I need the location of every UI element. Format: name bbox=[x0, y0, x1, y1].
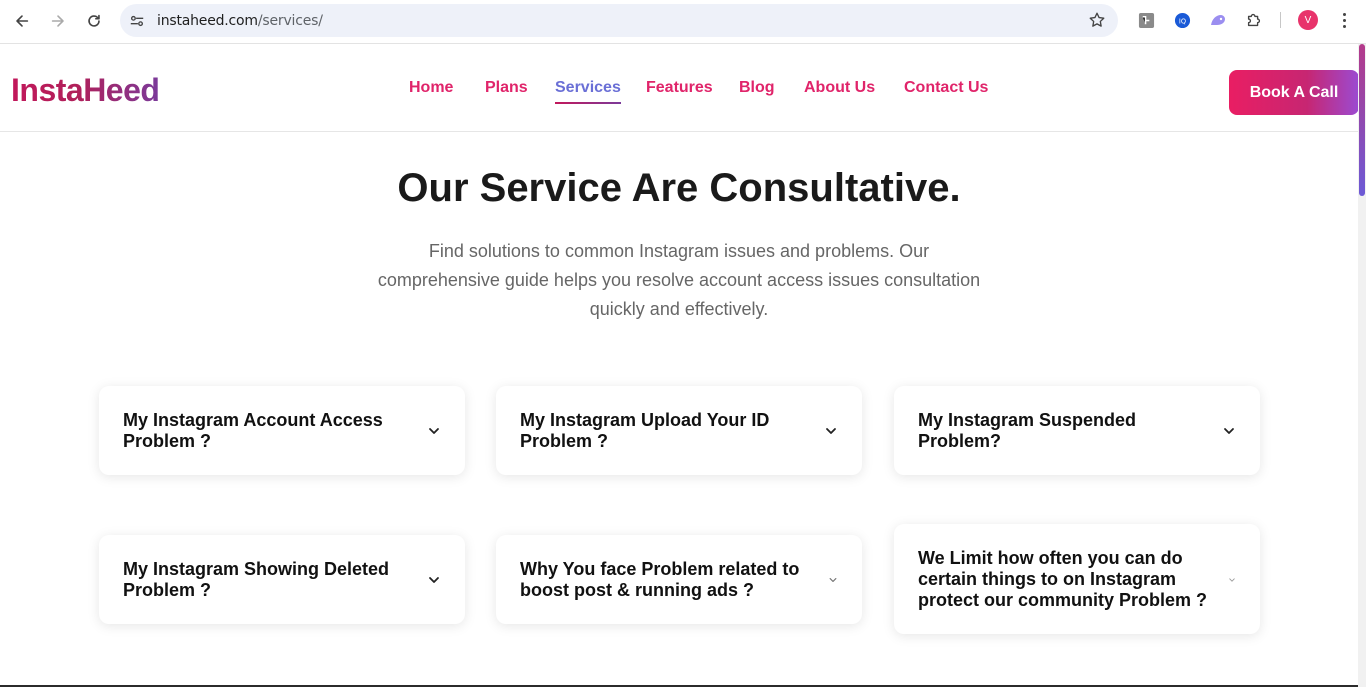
faq-question-line: We Limit how often you can do bbox=[918, 548, 1183, 568]
nav-blog[interactable]: Blog bbox=[739, 79, 775, 97]
profile-avatar[interactable]: V bbox=[1298, 10, 1318, 30]
faq-question: My Instagram Account Access Problem ? bbox=[123, 410, 383, 452]
browser-menu-icon[interactable] bbox=[1334, 10, 1354, 30]
faq-card-upload-id[interactable]: My Instagram Upload Your ID Problem ? bbox=[496, 386, 862, 475]
chevron-down-icon[interactable] bbox=[824, 424, 838, 438]
page-title: Our Service Are Consultative. bbox=[397, 166, 961, 210]
nav-about-us[interactable]: About Us bbox=[804, 79, 875, 97]
browser-toolbar: instaheed.com/services/ IQ V bbox=[0, 0, 1366, 44]
faq-question: Why You face Problem related to boost po… bbox=[520, 559, 799, 601]
faq-question-line: Problem ? bbox=[123, 431, 212, 451]
faq-question: My Instagram Suspended Problem? bbox=[918, 410, 1136, 452]
extension-1-icon[interactable] bbox=[1137, 11, 1155, 29]
url-text: instaheed.com/services/ bbox=[157, 13, 323, 29]
site-header: InstaHeed Home Plans Services Features B… bbox=[0, 44, 1359, 132]
url-path: /services/ bbox=[257, 13, 323, 29]
svg-text:IQ: IQ bbox=[1178, 17, 1185, 25]
chevron-down-icon[interactable] bbox=[828, 575, 838, 585]
faq-question-line: Why You face Problem related to bbox=[520, 559, 800, 579]
faq-question-line: My Instagram Showing Deleted bbox=[123, 559, 390, 579]
nav-services[interactable]: Services bbox=[555, 79, 621, 104]
faq-question-line: Problem ? bbox=[123, 580, 212, 600]
chevron-down-icon[interactable] bbox=[427, 424, 441, 438]
faq-card-suspended[interactable]: My Instagram Suspended Problem? bbox=[894, 386, 1260, 475]
toolbar-separator bbox=[1280, 12, 1281, 28]
url-host: instaheed.com bbox=[157, 13, 258, 29]
faq-question-line: My Instagram Suspended bbox=[918, 410, 1137, 430]
subtitle-line: quickly and effectively. bbox=[589, 299, 769, 319]
faq-question-line: certain things to on Instagram bbox=[918, 569, 1177, 589]
chevron-down-icon[interactable] bbox=[427, 573, 441, 587]
chevron-down-icon[interactable] bbox=[1228, 576, 1236, 584]
faq-card-account-access[interactable]: My Instagram Account Access Problem ? bbox=[99, 386, 465, 475]
nav-home[interactable]: Home bbox=[409, 79, 453, 97]
chevron-down-icon[interactable] bbox=[1222, 424, 1236, 438]
extension-3-icon[interactable] bbox=[1209, 11, 1227, 29]
nav-plans[interactable]: Plans bbox=[485, 79, 528, 97]
faq-question-line: My Instagram Upload Your ID bbox=[520, 410, 770, 430]
faq-question-line: Problem? bbox=[918, 431, 1002, 451]
reload-icon[interactable] bbox=[81, 8, 107, 34]
subtitle-line: Find solutions to common Instagram issue… bbox=[428, 241, 930, 261]
bookmark-star-icon[interactable] bbox=[1088, 11, 1106, 29]
forward-icon[interactable] bbox=[45, 8, 71, 34]
nav-contact-us[interactable]: Contact Us bbox=[904, 79, 988, 97]
faq-card-limit-actions[interactable]: We Limit how often you can do certain th… bbox=[894, 524, 1260, 634]
back-icon[interactable] bbox=[9, 8, 35, 34]
faq-question-line: Problem ? bbox=[520, 431, 609, 451]
faq-question: My Instagram Upload Your ID Problem ? bbox=[520, 410, 769, 452]
page-subtitle: Find solutions to common Instagram issue… bbox=[374, 237, 984, 324]
nav-features[interactable]: Features bbox=[646, 79, 713, 97]
address-bar[interactable]: instaheed.com/services/ bbox=[120, 4, 1118, 37]
site-info-icon[interactable] bbox=[128, 12, 146, 30]
scrollbar-thumb[interactable] bbox=[1359, 44, 1365, 196]
site-logo[interactable]: InstaHeed bbox=[11, 72, 160, 109]
extensions-puzzle-icon[interactable] bbox=[1245, 11, 1263, 29]
subtitle-line: comprehensive guide helps you resolve ac… bbox=[377, 270, 981, 290]
faq-question-line: boost post & running ads ? bbox=[520, 580, 754, 600]
faq-question-line: My Instagram Account Access bbox=[123, 410, 383, 430]
faq-question: We Limit how often you can do certain th… bbox=[918, 548, 1207, 611]
book-a-call-button[interactable]: Book A Call bbox=[1229, 70, 1359, 115]
faq-card-showing-deleted[interactable]: My Instagram Showing Deleted Problem ? bbox=[99, 535, 465, 624]
faq-question: My Instagram Showing Deleted Problem ? bbox=[123, 559, 389, 601]
extension-2-icon[interactable]: IQ bbox=[1173, 11, 1191, 29]
faq-card-boost-post[interactable]: Why You face Problem related to boost po… bbox=[496, 535, 862, 624]
faq-question-line: protect our community Problem ? bbox=[918, 590, 1208, 610]
